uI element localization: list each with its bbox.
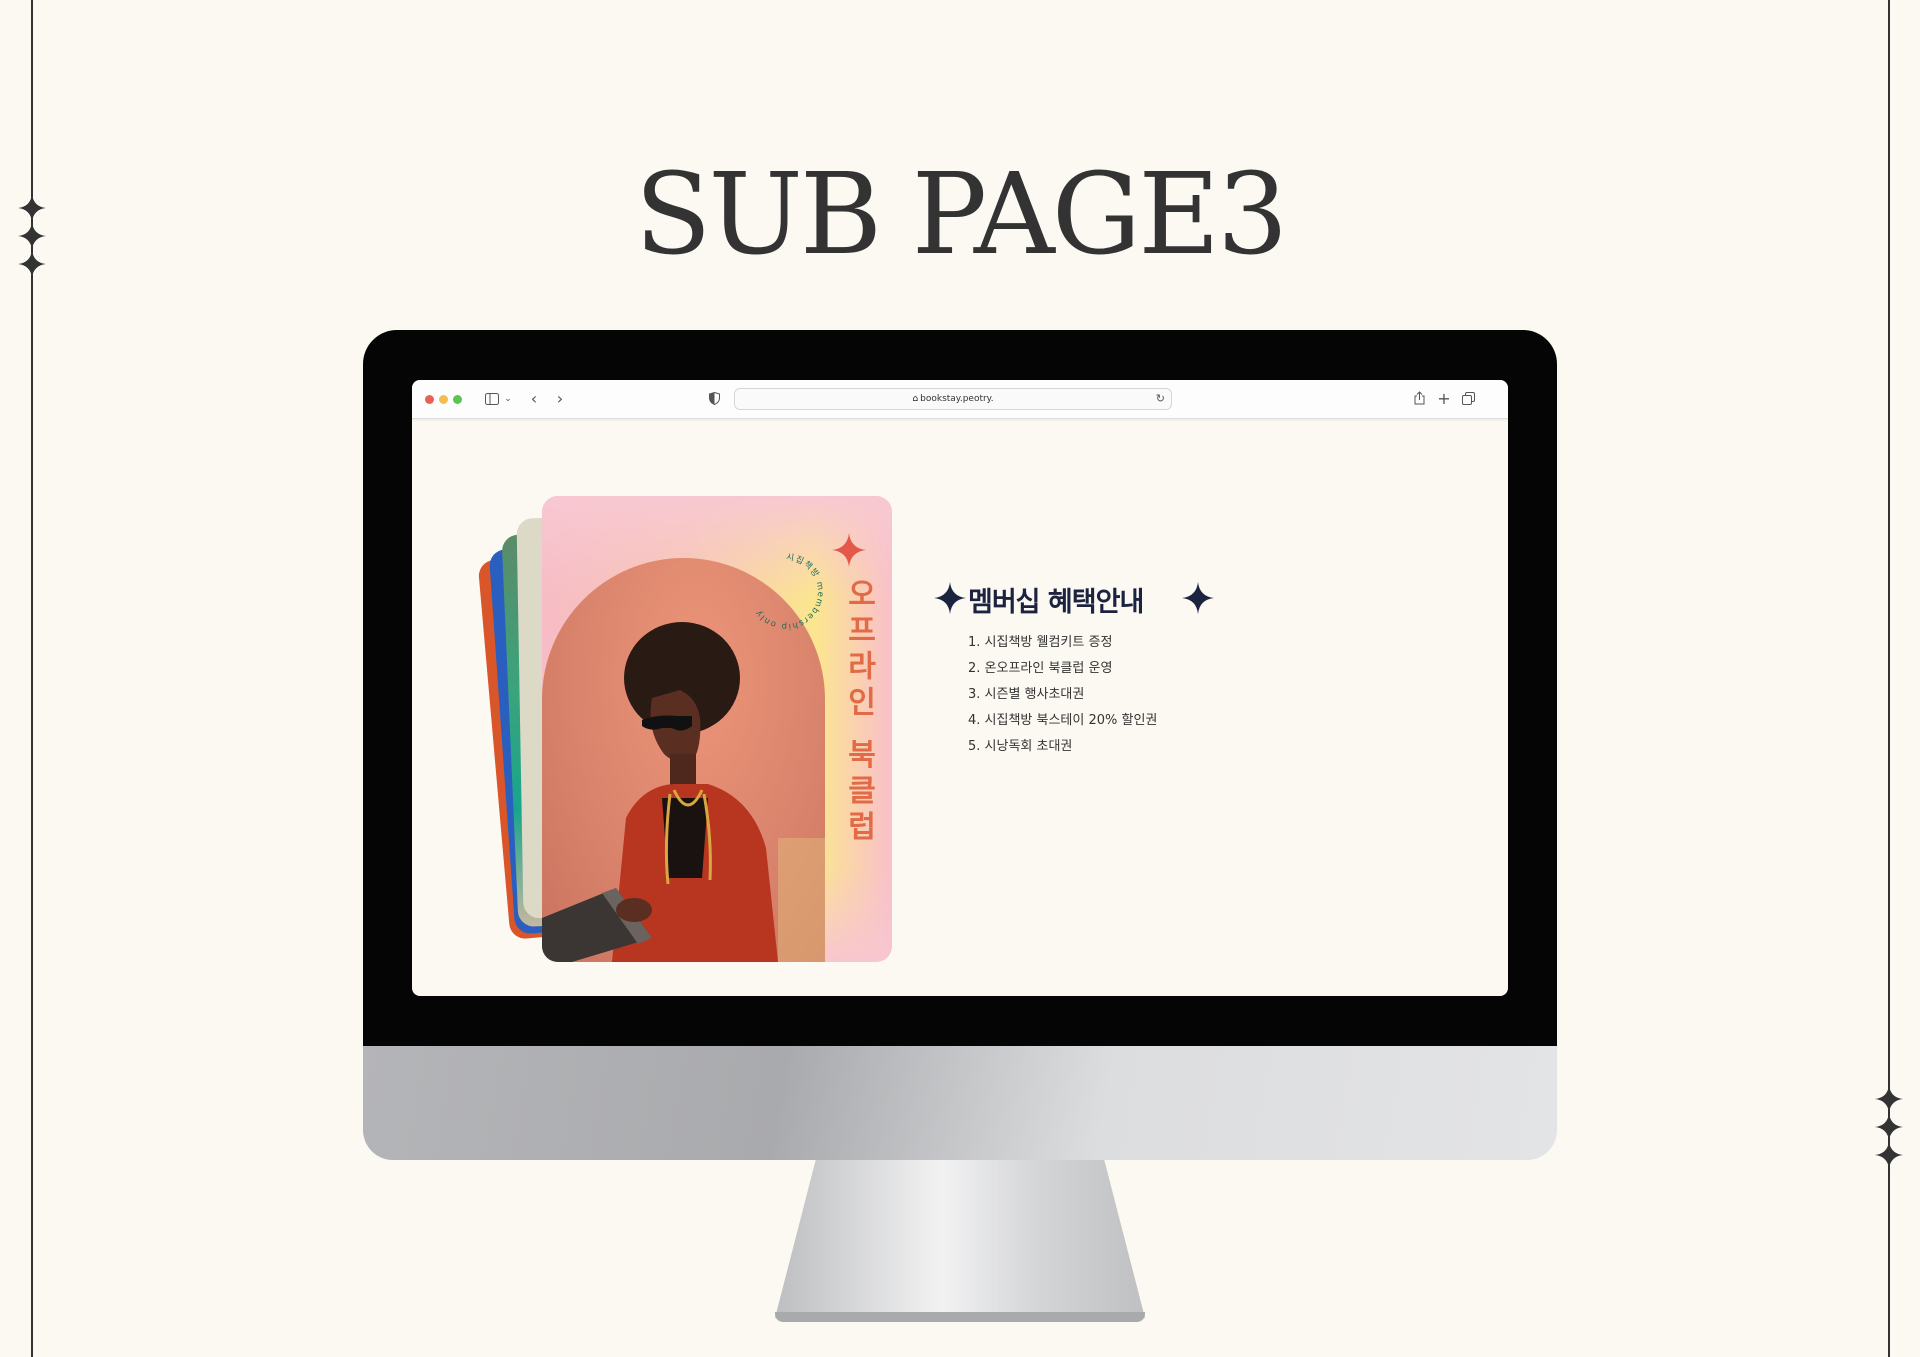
browser-window: ⌄ ‹ › ⌂ bookstay.peotry. ↻ + 오프라인 북클럽 시집… <box>412 380 1508 996</box>
sparkle-icon <box>1875 1141 1903 1169</box>
sidebar-icon[interactable] <box>484 389 500 409</box>
benefit-item: 2. 온오프라인 북클럽 운영 <box>968 661 1113 676</box>
benefits-heading-row: 멤버십 혜택안내 <box>934 578 1334 618</box>
sparkle-icon <box>1875 1113 1903 1141</box>
benefit-item: 5. 시낭독회 초대권 <box>968 739 1073 754</box>
monitor-stand-base <box>775 1312 1145 1322</box>
sparkle-icon <box>1875 1085 1903 1113</box>
star-icon <box>832 533 866 567</box>
zoom-window-button[interactable] <box>453 395 462 404</box>
address-bar[interactable]: ⌂ bookstay.peotry. ↻ <box>734 388 1172 410</box>
monitor-chin <box>363 1046 1557 1160</box>
benefits-heading: 멤버십 혜택안내 <box>968 587 1144 618</box>
star-icon <box>934 582 966 614</box>
back-icon[interactable]: ‹ <box>527 389 541 409</box>
right-sparkle-decoration <box>1874 1085 1904 1169</box>
browser-toolbar: ⌄ ‹ › ⌂ bookstay.peotry. ↻ + <box>412 380 1508 419</box>
svg-text:시집책방 membership only: 시집책방 membership only <box>753 553 825 631</box>
membership-card-stack: 오프라인 북클럽 시집책방 membership only <box>477 480 892 962</box>
reload-icon[interactable]: ↻ <box>1156 389 1165 409</box>
benefit-item: 4. 시집책방 북스테이 20% 할인권 <box>968 713 1158 728</box>
star-icon <box>1182 582 1214 614</box>
monitor-stand <box>775 1160 1145 1318</box>
lock-icon: ⌂ <box>912 394 919 404</box>
url-text: bookstay.peotry. <box>920 394 994 404</box>
share-icon[interactable] <box>1412 389 1426 409</box>
benefit-item: 1. 시집책방 웰컴키트 증정 <box>968 635 1113 650</box>
membership-card[interactable]: 오프라인 북클럽 시집책방 membership only <box>542 496 892 962</box>
benefits-list: 1. 시집책방 웰컴키트 증정 2. 온오프라인 북클럽 운영 3. 시즌별 행… <box>968 630 1334 760</box>
card-vertical-title: 오프라인 북클럽 <box>841 578 876 847</box>
circular-membership-text: 시집책방 membership only <box>753 553 825 631</box>
shield-icon[interactable] <box>707 389 721 409</box>
circular-text-path: 시집책방 membership only <box>753 553 824 631</box>
page-title: SUB PAGE3 <box>634 150 1288 280</box>
close-window-button[interactable] <box>425 395 434 404</box>
new-tab-icon[interactable]: + <box>1437 389 1451 409</box>
chevron-down-icon[interactable]: ⌄ <box>503 389 513 409</box>
minimize-window-button[interactable] <box>439 395 448 404</box>
membership-benefits: 멤버십 혜택안내 1. 시집책방 웰컴키트 증정 2. 온오프라인 북클럽 운영… <box>934 578 1334 760</box>
forward-icon[interactable]: › <box>553 389 567 409</box>
tabs-overview-icon[interactable] <box>1461 389 1475 409</box>
benefit-item: 3. 시즌별 행사초대권 <box>968 687 1085 702</box>
